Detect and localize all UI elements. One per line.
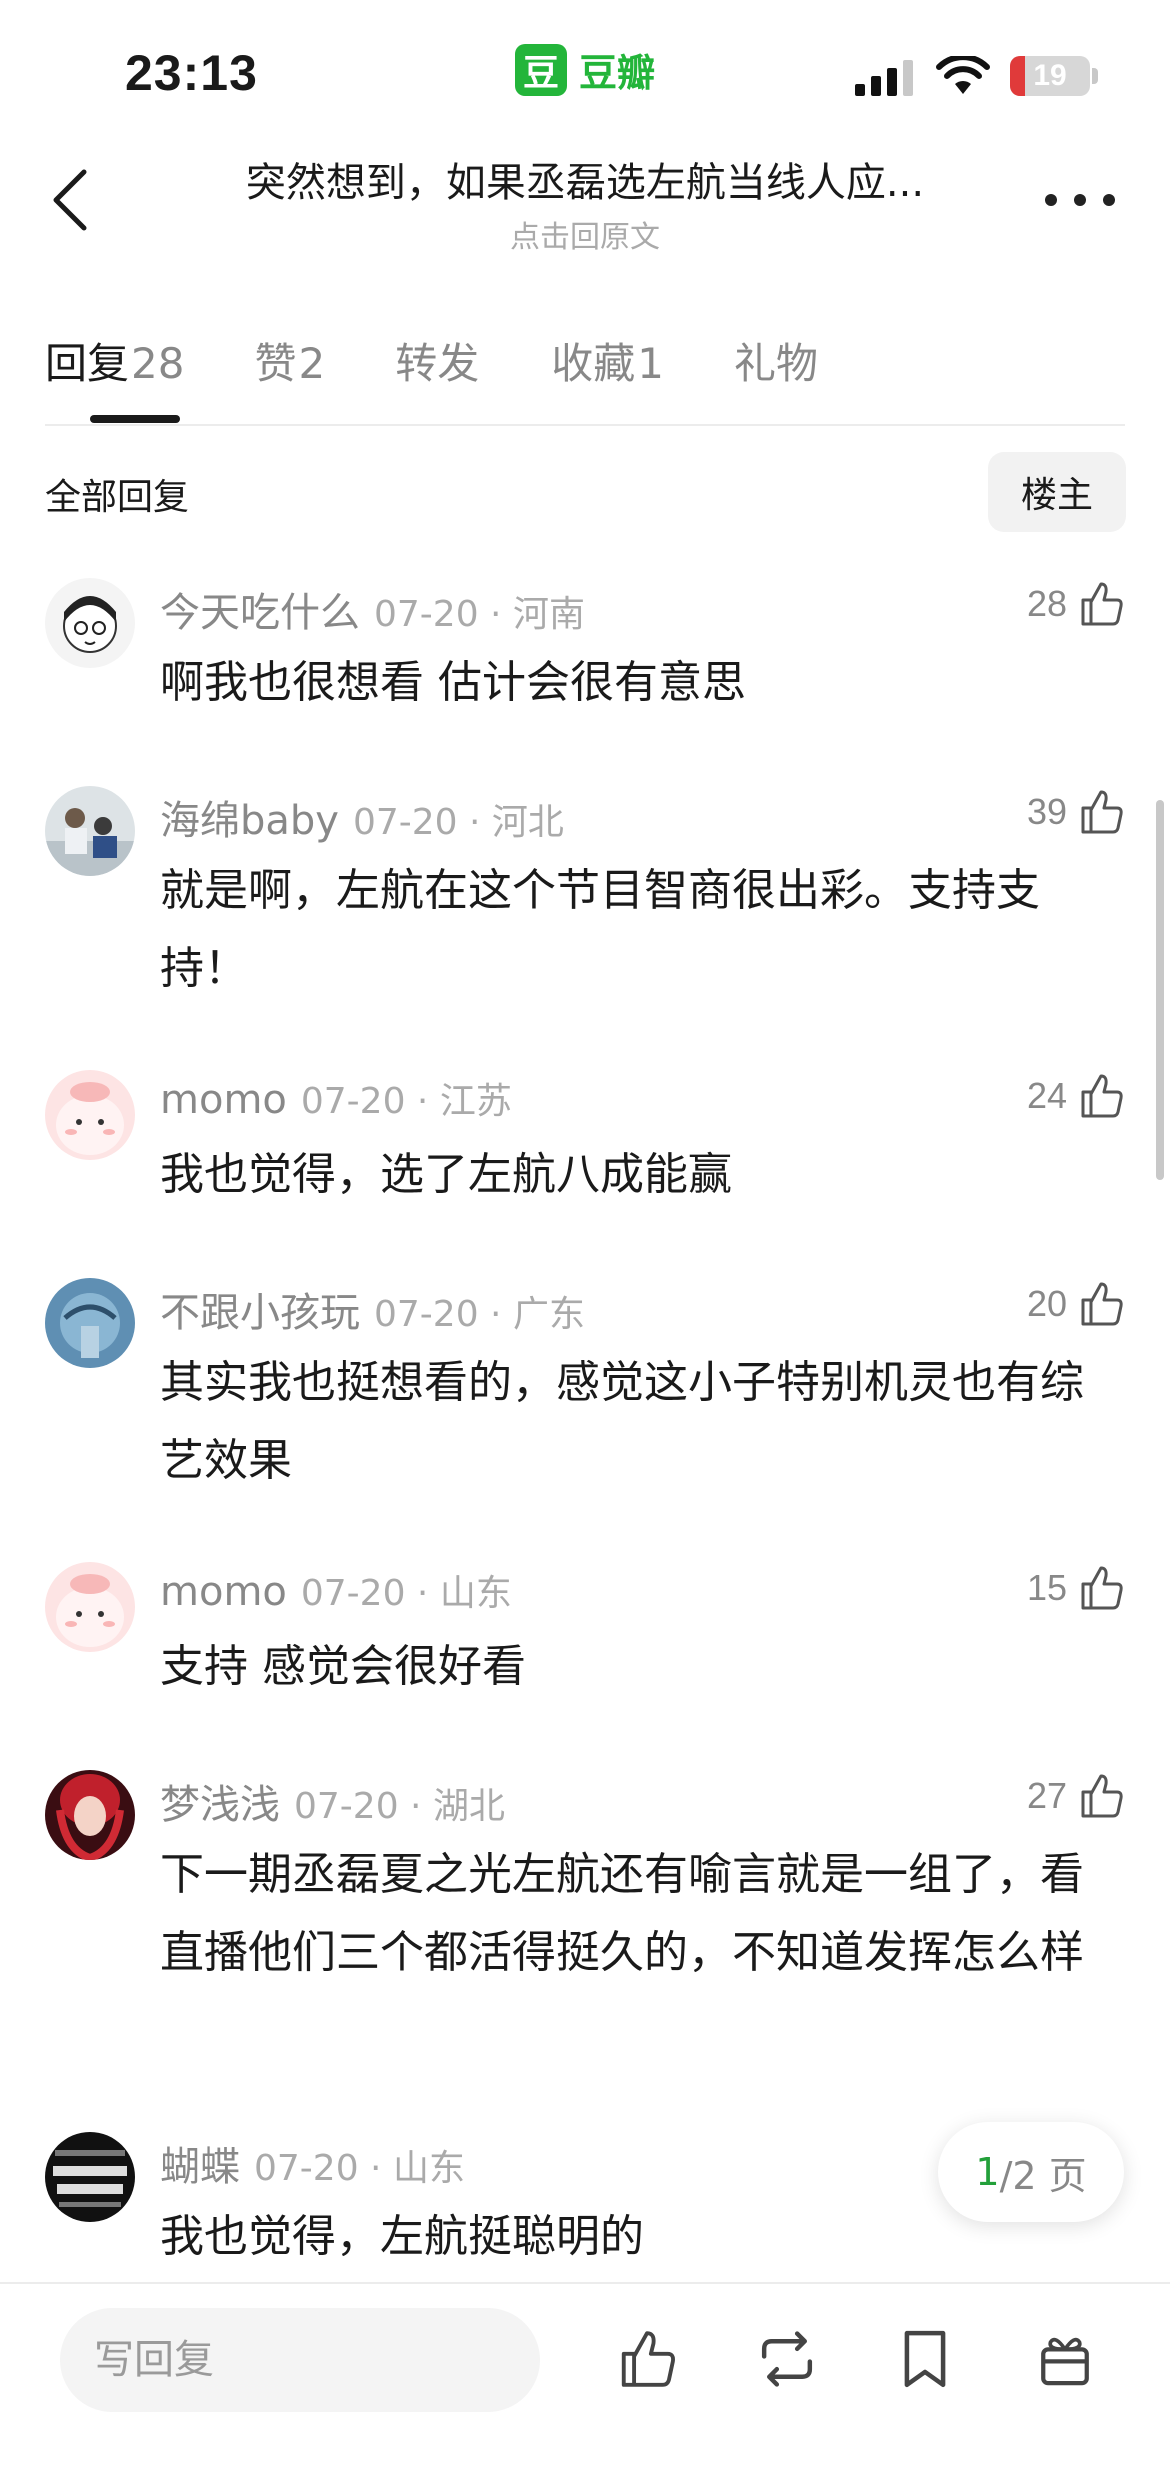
tab-label: 回复 [45, 339, 130, 388]
bookmark-icon [904, 2330, 946, 2388]
post-title: 突然想到，如果丞磊选左航当线人应... [245, 160, 925, 206]
like-button[interactable]: 39 [1027, 788, 1125, 836]
more-button[interactable] [1045, 175, 1115, 225]
thumbs-up-icon [1081, 582, 1123, 626]
like-button[interactable]: 24 [1027, 1072, 1125, 1120]
tab-collections[interactable]: 收藏 1 [551, 330, 664, 430]
gift-icon [1041, 2337, 1089, 2386]
comment-username[interactable]: 今天吃什么 [160, 590, 360, 636]
repost-button[interactable] [752, 2324, 822, 2394]
avatar[interactable] [45, 1070, 135, 1160]
comment-date-location: 07-20 · 山东 [300, 1573, 512, 1614]
tab-label: 礼物 [733, 339, 818, 388]
thumbs-up-icon [1081, 1566, 1123, 1610]
comment-text: 啊我也很想看 估计会很有意思 [160, 657, 746, 708]
app-badge: 豆 豆瓣 [515, 42, 655, 97]
gift-button[interactable] [1030, 2324, 1100, 2394]
tab-gifts[interactable]: 礼物 [734, 330, 820, 430]
comment-username[interactable]: 蝴蝶 [160, 2144, 240, 2190]
tab-count: 28 [131, 339, 185, 388]
op-only-button[interactable]: 楼主 [988, 452, 1126, 532]
tab-count: 1 [637, 339, 664, 388]
back-button[interactable] [40, 160, 100, 240]
comment-username[interactable]: 海绵baby [160, 798, 339, 844]
avatar[interactable] [45, 1562, 135, 1652]
like-count: 24 [1026, 1075, 1067, 1116]
comment-username[interactable]: 梦浅浅 [160, 1782, 280, 1828]
comment-meta: 不跟小孩玩 07-20 · 广东 [160, 1280, 585, 1338]
like-count: 27 [1026, 1775, 1067, 1816]
tab-label: 赞 [254, 339, 297, 388]
cellular-signal-icon [855, 60, 913, 96]
comment-text: 我也觉得，选了左航八成能赢 [160, 1149, 732, 1200]
comment-date-location: 07-20 · 山东 [254, 2148, 465, 2189]
avatar[interactable] [45, 786, 135, 876]
comment-text: 其实我也挺想看的，感觉这小子特别机灵也有综艺效果 [160, 1357, 1084, 1486]
thumbs-up-icon [1081, 790, 1123, 834]
tab-reposts[interactable]: 转发 [395, 330, 481, 430]
app-name: 豆瓣 [579, 51, 656, 95]
more-dots-icon [1045, 194, 1057, 206]
thumbs-up-icon [621, 2331, 675, 2387]
page-indicator[interactable]: 1/2 页 [938, 2122, 1124, 2222]
comment-username[interactable]: momo [160, 1569, 287, 1615]
comment-date-location: 07-20 · 河南 [374, 594, 585, 635]
like-count: 15 [1026, 1567, 1067, 1608]
tab-count: 2 [298, 339, 326, 388]
reply-input[interactable] [60, 2308, 540, 2412]
comment-username[interactable]: 不跟小孩玩 [160, 1290, 360, 1336]
like-button[interactable]: 27 [1027, 1772, 1125, 1820]
like-button[interactable]: 28 [1027, 580, 1125, 628]
scrollbar[interactable] [1156, 800, 1164, 1180]
douban-logo-icon: 豆 [515, 43, 567, 96]
comment-meta: 今天吃什么 07-20 · 河南 [160, 580, 585, 638]
comment-text: 支持 感觉会很好看 [160, 1641, 526, 1692]
like-post-button[interactable] [612, 2324, 682, 2394]
comment-meta: 海绵baby 07-20 · 河北 [160, 788, 564, 846]
collect-button[interactable] [890, 2324, 960, 2394]
all-replies-label: 全部回复 [45, 477, 190, 518]
tab-divider [45, 424, 1125, 426]
comment-text: 下一期丞磊夏之光左航还有喻言就是一组了，看直播他们三个都活得挺久的，不知道发挥怎… [160, 1849, 1084, 1978]
status-bar: 23:13 豆 豆瓣 19 [0, 0, 1170, 140]
comment-date-location: 07-20 · 江苏 [300, 1081, 512, 1122]
status-time: 23:13 [125, 45, 258, 101]
battery-indicator: 19 [1010, 56, 1090, 96]
comment-text: 就是啊，左航在这个节目智商很出彩。支持支持！ [160, 865, 1040, 994]
avatar[interactable] [45, 1770, 135, 1860]
like-count: 28 [1026, 583, 1067, 624]
like-count: 39 [1026, 791, 1067, 832]
comment-date-location: 07-20 · 河北 [352, 802, 564, 843]
avatar[interactable] [45, 2132, 135, 2222]
active-tab-indicator [90, 415, 180, 423]
thumbs-up-icon [1081, 1774, 1123, 1818]
comment-meta: momo 07-20 · 山东 [160, 1564, 512, 1616]
comment-username[interactable]: momo [160, 1077, 287, 1123]
tab-label: 转发 [395, 339, 480, 388]
avatar[interactable] [45, 578, 135, 668]
header-title-area[interactable]: 突然想到，如果丞磊选左航当线人应... 点击回原文 [180, 150, 990, 256]
comment-meta: momo 07-20 · 江苏 [160, 1072, 512, 1124]
chevron-left-icon [53, 169, 87, 231]
comment-date-location: 07-20 · 广东 [374, 1294, 585, 1335]
bottom-action-bar [0, 2282, 1170, 2473]
like-button[interactable]: 15 [1027, 1564, 1125, 1612]
comment-meta: 梦浅浅 07-20 · 湖北 [160, 1772, 505, 1830]
total-pages: /2 页 [999, 2153, 1087, 2198]
like-button[interactable]: 20 [1027, 1280, 1125, 1328]
like-count: 20 [1026, 1283, 1067, 1324]
current-page: 1 [975, 2150, 1000, 2194]
thumbs-up-icon [1081, 1074, 1123, 1118]
tab-label: 收藏 [551, 339, 636, 388]
battery-level: 19 [1033, 59, 1067, 92]
comment-meta: 蝴蝶 07-20 · 山东 [160, 2134, 465, 2192]
wifi-icon [936, 56, 990, 94]
tab-likes[interactable]: 赞2 [254, 330, 325, 430]
repost-icon [761, 2331, 813, 2387]
thumbs-up-icon [1081, 1282, 1123, 1326]
back-to-post-link[interactable]: 点击回原文 [180, 212, 990, 256]
battery-tip [1092, 68, 1098, 84]
comment-date-location: 07-20 · 湖北 [294, 1786, 505, 1827]
avatar[interactable] [45, 1278, 135, 1368]
